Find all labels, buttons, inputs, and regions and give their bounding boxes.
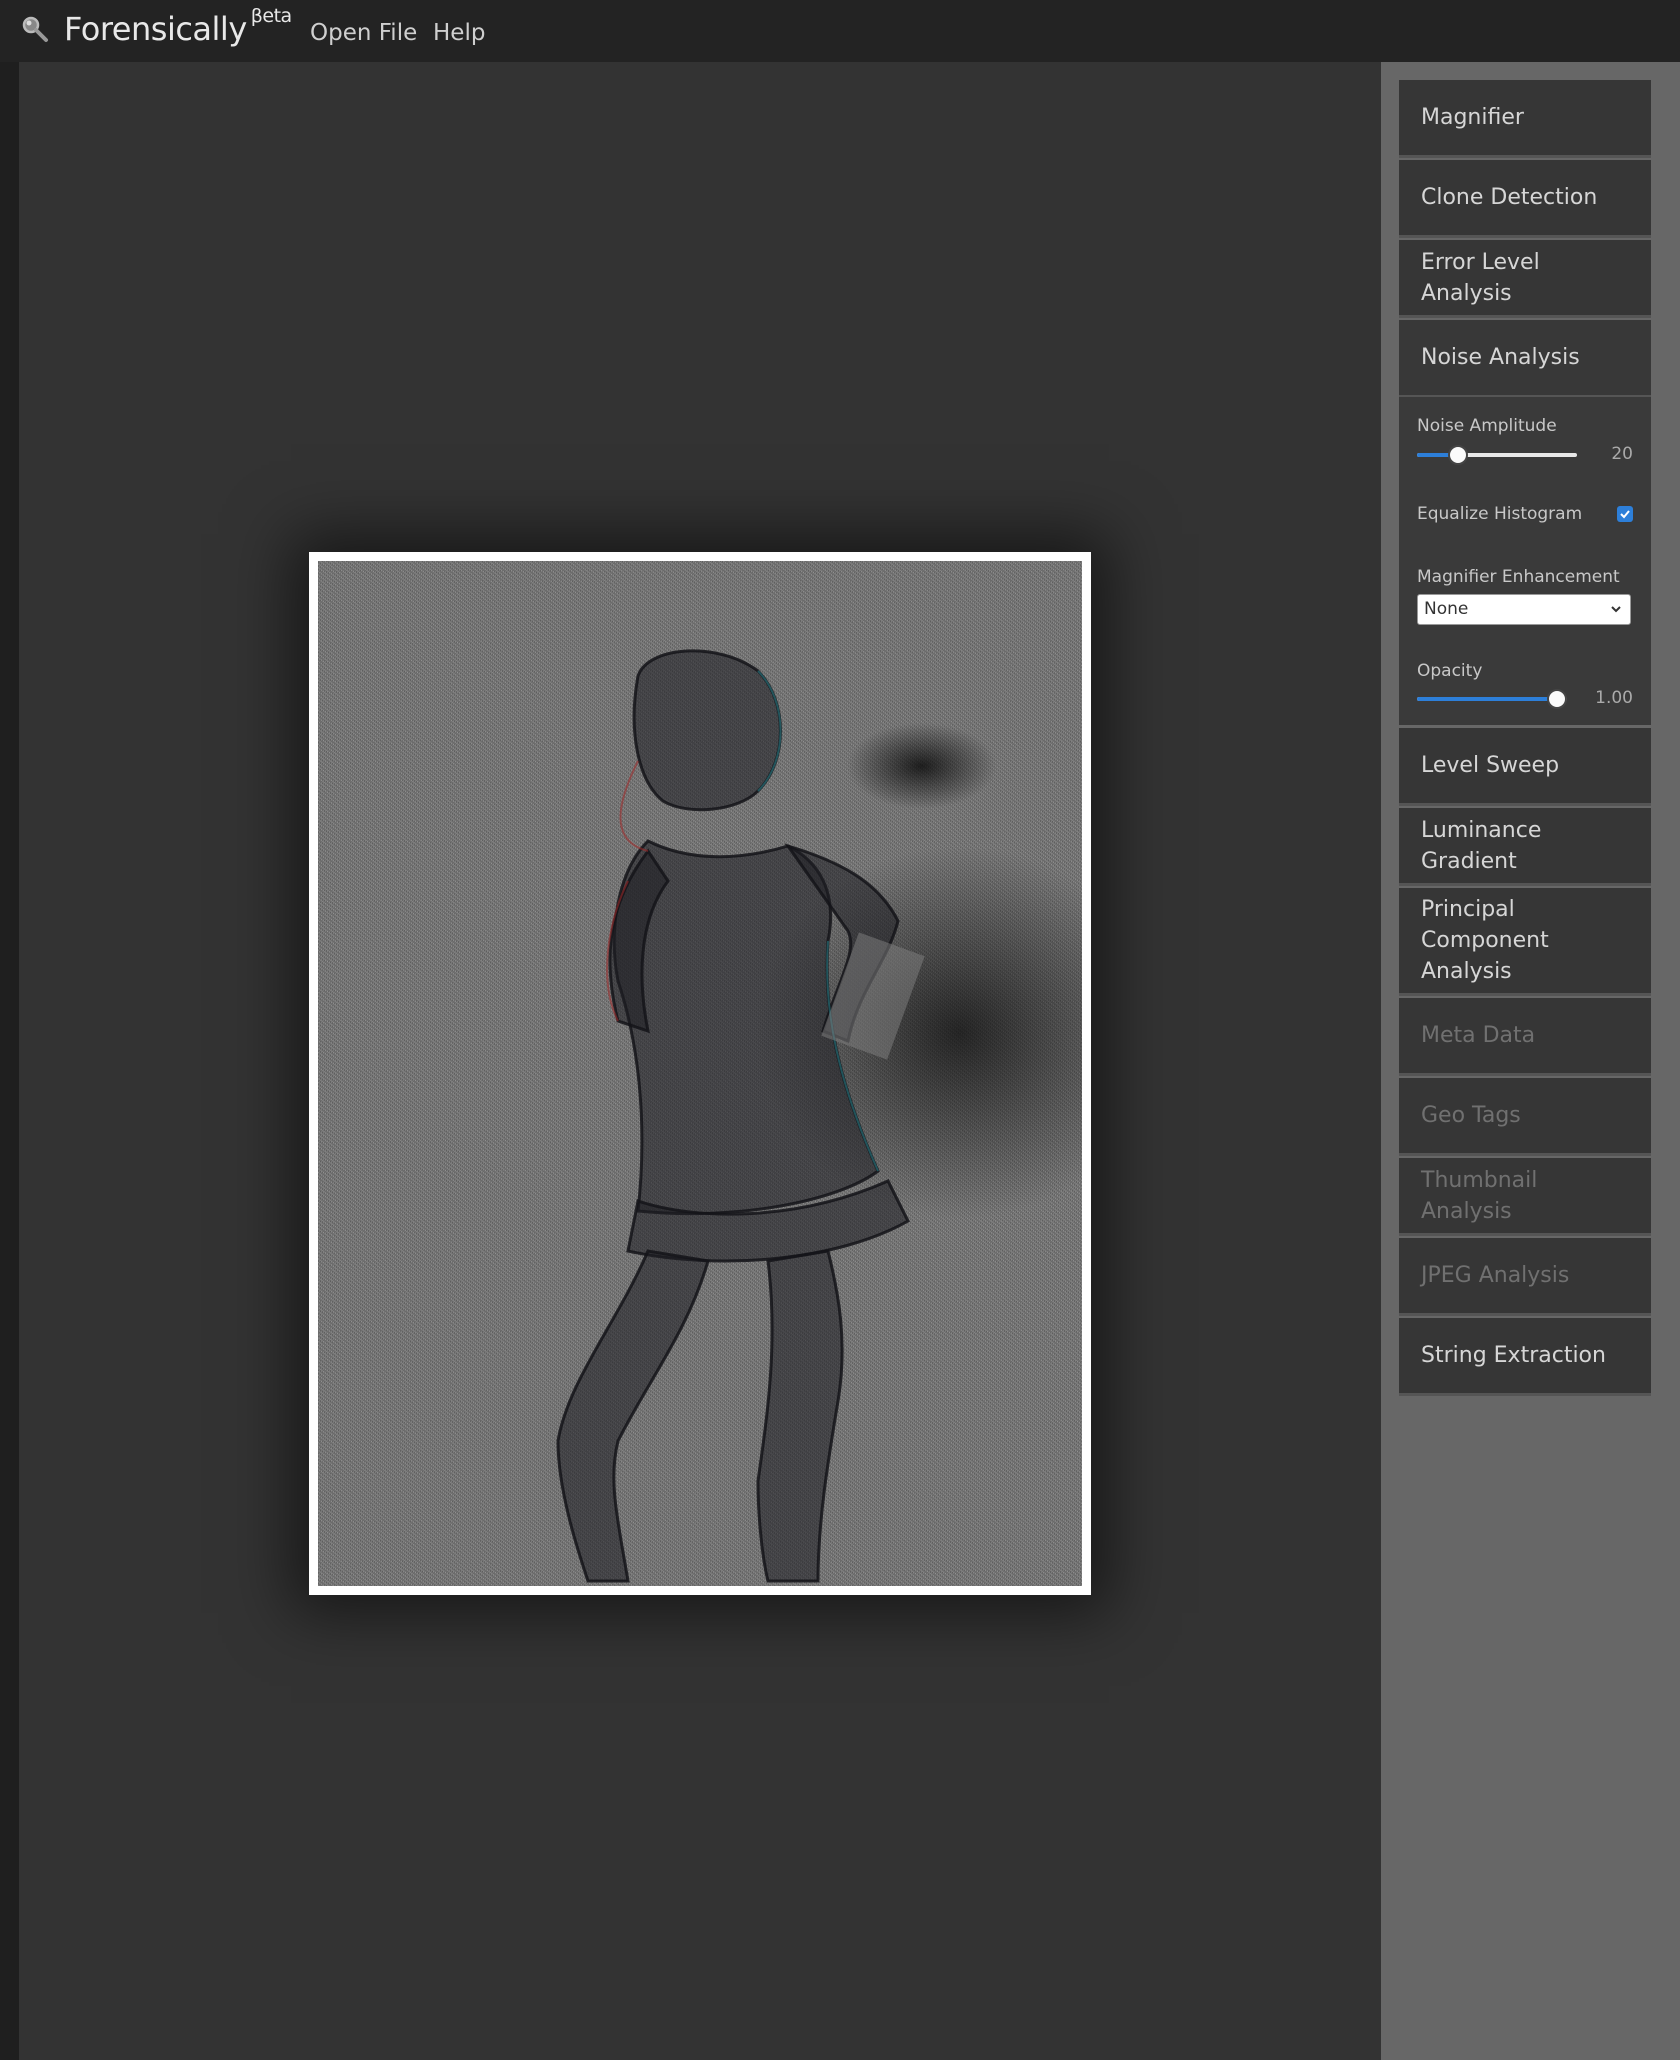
noise-analysis-image[interactable] [318, 561, 1082, 1586]
tool-meta-data[interactable]: Meta Data [1399, 998, 1651, 1076]
slider-fill [1417, 697, 1557, 701]
opacity-slider[interactable] [1417, 688, 1567, 710]
tool-magnifier[interactable]: Magnifier [1399, 80, 1651, 158]
image-frame [309, 552, 1091, 1595]
tool-clone-detection[interactable]: Clone Detection [1399, 160, 1651, 238]
noise-amplitude-value: 20 [1611, 444, 1633, 464]
tool-principal-component-analysis[interactable]: Principal Component Analysis [1399, 888, 1651, 996]
tool-thumbnail-analysis[interactable]: Thumbnail Analysis [1399, 1158, 1651, 1236]
figure-silhouette [556, 649, 925, 1583]
tool-noise-analysis[interactable]: Noise Analysis [1399, 320, 1651, 395]
tool-string-extraction[interactable]: String Extraction [1399, 1318, 1651, 1396]
magnifier-enhancement-select[interactable]: None [1417, 594, 1631, 625]
open-file-menu[interactable]: Open File [310, 20, 417, 46]
chevron-down-icon [1611, 606, 1621, 613]
select-value: None [1424, 599, 1469, 619]
app-title: Forensically βeta [64, 5, 292, 48]
tool-luminance-gradient[interactable]: Luminance Gradient [1399, 808, 1651, 886]
noise-analysis-panel: Noise Amplitude 20 Equalize Histogram Ma… [1399, 395, 1651, 725]
noise-amplitude-label: Noise Amplitude [1417, 416, 1557, 436]
opacity-label: Opacity [1417, 661, 1483, 681]
tool-geo-tags[interactable]: Geo Tags [1399, 1078, 1651, 1156]
image-workspace[interactable] [19, 62, 1381, 2060]
tool-error-level-analysis[interactable]: Error Level Analysis [1399, 240, 1651, 318]
slider-thumb[interactable] [1547, 689, 1567, 709]
beta-badge: βeta [250, 5, 292, 28]
magnifier-icon [22, 16, 48, 42]
help-menu[interactable]: Help [433, 20, 485, 46]
noise-amplitude-slider[interactable] [1417, 444, 1577, 466]
tool-jpeg-analysis[interactable]: JPEG Analysis [1399, 1238, 1651, 1316]
opacity-value: 1.00 [1595, 688, 1633, 708]
checkmark-icon [1620, 510, 1630, 519]
tool-level-sweep[interactable]: Level Sweep [1399, 728, 1651, 806]
magnifier-enhancement-label: Magnifier Enhancement [1417, 567, 1620, 587]
tool-sidebar: Magnifier Clone Detection Error Level An… [1381, 62, 1680, 2060]
equalize-histogram-checkbox[interactable] [1617, 506, 1633, 522]
slider-thumb[interactable] [1448, 445, 1468, 465]
top-bar: Forensically βeta Open File Help [0, 0, 1680, 62]
equalize-histogram-label: Equalize Histogram [1417, 504, 1583, 524]
